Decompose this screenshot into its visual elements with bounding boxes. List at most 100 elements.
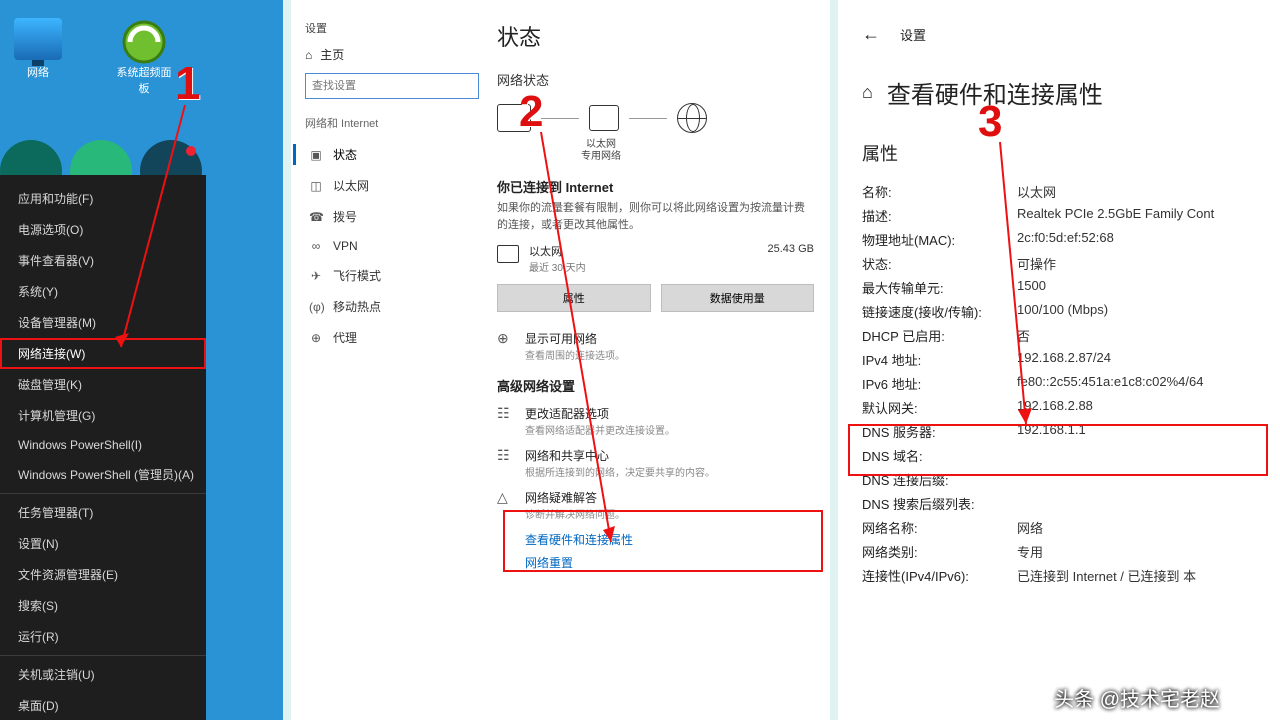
sidebar-item-label: 飞行模式 bbox=[333, 267, 381, 284]
property-key: DNS 服务器: bbox=[862, 422, 1017, 441]
properties-button[interactable]: 属性 bbox=[497, 284, 651, 312]
property-row: DNS 连接后缀: bbox=[862, 470, 1280, 489]
annotation-step-1: 1 bbox=[175, 60, 201, 106]
hw-props-link[interactable]: 查看硬件和连接属性 bbox=[525, 531, 814, 548]
property-key: 链接速度(接收/传输): bbox=[862, 302, 1017, 321]
winx-item[interactable]: 系统(Y) bbox=[0, 276, 206, 307]
winx-item[interactable]: 运行(R) bbox=[0, 621, 206, 652]
link-title: 网络和共享中心 bbox=[525, 447, 715, 464]
winx-item[interactable]: 文件资源管理器(E) bbox=[0, 559, 206, 590]
link-sub: 诊断并解决网络问题。 bbox=[525, 506, 625, 521]
sidebar-item-label: 状态 bbox=[333, 146, 357, 163]
nav-icon: ⊕ bbox=[309, 331, 323, 345]
winx-item[interactable]: 设备管理器(M) bbox=[0, 307, 206, 338]
property-row: 状态:可操作 bbox=[862, 254, 1280, 273]
property-key: 网络名称: bbox=[862, 518, 1017, 537]
nav-icon: ☎ bbox=[309, 210, 323, 224]
sidebar-item[interactable]: ☎ 拨号 bbox=[305, 201, 479, 232]
sidebar-item[interactable]: (φ) 移动热点 bbox=[305, 291, 479, 322]
winx-item[interactable]: 电源选项(O) bbox=[0, 214, 206, 245]
winx-item[interactable]: Windows PowerShell(I) bbox=[0, 431, 206, 459]
property-key: 名称: bbox=[862, 182, 1017, 201]
winx-item[interactable]: 应用和功能(F) bbox=[0, 183, 206, 214]
property-value: 192.168.2.87/24 bbox=[1017, 350, 1280, 369]
sharing-center-link[interactable]: ☷ 网络和共享中心 根据所连接到的网络，决定要共享的内容。 bbox=[497, 447, 814, 479]
property-key: 描述: bbox=[862, 206, 1017, 225]
property-row: 连接性(IPv4/IPv6):已连接到 Internet / 已连接到 本 bbox=[862, 566, 1280, 585]
router-icon bbox=[589, 105, 619, 131]
adapter-icon: ☷ bbox=[497, 405, 515, 422]
property-value bbox=[1017, 470, 1280, 489]
sidebar-item-home[interactable]: ⌂ 主页 bbox=[305, 46, 479, 63]
header: ← 设置 bbox=[862, 24, 1280, 45]
monitor-icon bbox=[14, 18, 62, 60]
home-icon[interactable]: ⌂ bbox=[862, 82, 873, 103]
property-key: DNS 连接后缀: bbox=[862, 470, 1017, 489]
search-input[interactable] bbox=[305, 73, 479, 99]
sidebar-item[interactable]: ∞ VPN bbox=[305, 232, 479, 260]
desktop-icon-network[interactable]: 网络 bbox=[10, 18, 66, 96]
sidebar-item-label: VPN bbox=[333, 239, 358, 253]
show-networks-link[interactable]: ⊕ 显示可用网络 查看周围的连接选项。 bbox=[497, 330, 814, 362]
desktop-icon-shortcut[interactable]: 系统超频面板 bbox=[116, 18, 172, 96]
connected-heading: 你已连接到 Internet bbox=[497, 177, 814, 196]
property-row: 物理地址(MAC):2c:f0:5d:ef:52:68 bbox=[862, 230, 1280, 249]
window-titlebar: 设置 bbox=[305, 20, 479, 36]
sidebar-item[interactable]: ✈飞行模式 bbox=[305, 260, 479, 291]
property-row: DHCP 已启用:否 bbox=[862, 326, 1280, 345]
property-value: 网络 bbox=[1017, 518, 1280, 537]
link-title: 网络疑难解答 bbox=[525, 489, 625, 506]
button-row: 属性 数据使用量 bbox=[497, 284, 814, 312]
ethernet-usage-row: 以太网 最近 30 天内 25.43 GB bbox=[497, 243, 814, 274]
annotation-step-3: 3 bbox=[978, 100, 1002, 144]
winx-item[interactable]: 事件查看器(V) bbox=[0, 245, 206, 276]
adapter-options-link[interactable]: ☷ 更改适配器选项 查看网络适配器并更改连接设置。 bbox=[497, 405, 814, 437]
share-icon: ☷ bbox=[497, 447, 515, 464]
separator bbox=[0, 493, 206, 494]
sidebar-item-label: 移动热点 bbox=[333, 298, 381, 315]
property-value: 可操作 bbox=[1017, 254, 1280, 273]
nav-icon: (φ) bbox=[309, 300, 323, 314]
link-title: 更改适配器选项 bbox=[525, 405, 675, 422]
nav-icon: ∞ bbox=[309, 239, 323, 253]
nav-icon: ▣ bbox=[309, 148, 323, 162]
ethernet-icon bbox=[497, 245, 519, 263]
winx-item[interactable]: 计算机管理(G) bbox=[0, 400, 206, 431]
sidebar-item[interactable]: ▣ 状态 bbox=[305, 139, 479, 170]
winx-item[interactable]: 设置(N) bbox=[0, 528, 206, 559]
winx-item[interactable]: 搜索(S) bbox=[0, 590, 206, 621]
winx-item[interactable]: 任务管理器(T) bbox=[0, 497, 206, 528]
sidebar-item[interactable]: ⊕代理 bbox=[305, 322, 479, 353]
property-value: 192.168.2.88 bbox=[1017, 398, 1280, 417]
sidebar-item-label: 以太网 bbox=[333, 177, 369, 194]
sidebar-nav: ▣ 状态 ◫ 以太网 ☎ 拨号 ∞ VPN ✈飞行模式 (φ) 移动热点 ⊕代理 bbox=[305, 139, 479, 353]
property-value: fe80::2c55:451a:e1c8:c02%4/64 bbox=[1017, 374, 1280, 393]
winx-item[interactable]: 桌面(D) bbox=[0, 690, 206, 720]
property-value: 否 bbox=[1017, 326, 1280, 345]
property-value: 192.168.1.1 bbox=[1017, 422, 1280, 441]
sidebar-item[interactable]: ◫ 以太网 bbox=[305, 170, 479, 201]
winx-item[interactable]: 关机或注销(U) bbox=[0, 659, 206, 690]
settings-sidebar: 设置 ⌂ 主页 网络和 Internet ▣状态◫以太网☎拨号∞VPN✈飞行模式… bbox=[291, 0, 491, 720]
sidebar-item-label: 拨号 bbox=[333, 208, 357, 225]
annotation-step-2: 2 bbox=[519, 90, 543, 134]
connected-description: 如果你的流量套餐有限制，则你可以将此网络设置为按流量计费的连接，或者更改其他属性… bbox=[497, 200, 814, 233]
property-row: DNS 域名: bbox=[862, 446, 1280, 465]
property-key: 连接性(IPv4/IPv6): bbox=[862, 566, 1017, 585]
nav-icon: ◫ bbox=[309, 179, 323, 193]
property-value: Realtek PCIe 2.5GbE Family Cont bbox=[1017, 206, 1280, 225]
window-title: 设置 bbox=[305, 20, 327, 36]
data-usage-button[interactable]: 数据使用量 bbox=[661, 284, 815, 312]
troubleshoot-link[interactable]: △ 网络疑难解答 诊断并解决网络问题。 bbox=[497, 489, 814, 521]
winx-item[interactable]: Windows PowerShell (管理员)(A) bbox=[0, 459, 206, 490]
link-title: 显示可用网络 bbox=[525, 330, 625, 347]
property-key: 网络类别: bbox=[862, 542, 1017, 561]
network-reset-link[interactable]: 网络重置 bbox=[525, 554, 814, 571]
winx-item[interactable]: 网络连接(W) bbox=[0, 338, 206, 369]
property-row: DNS 搜索后缀列表: bbox=[862, 494, 1280, 513]
property-row: 名称:以太网 bbox=[862, 182, 1280, 201]
link-sub: 查看周围的连接选项。 bbox=[525, 347, 625, 362]
back-button[interactable]: ← bbox=[862, 24, 880, 45]
property-row: 网络名称:网络 bbox=[862, 518, 1280, 537]
winx-item[interactable]: 磁盘管理(K) bbox=[0, 369, 206, 400]
